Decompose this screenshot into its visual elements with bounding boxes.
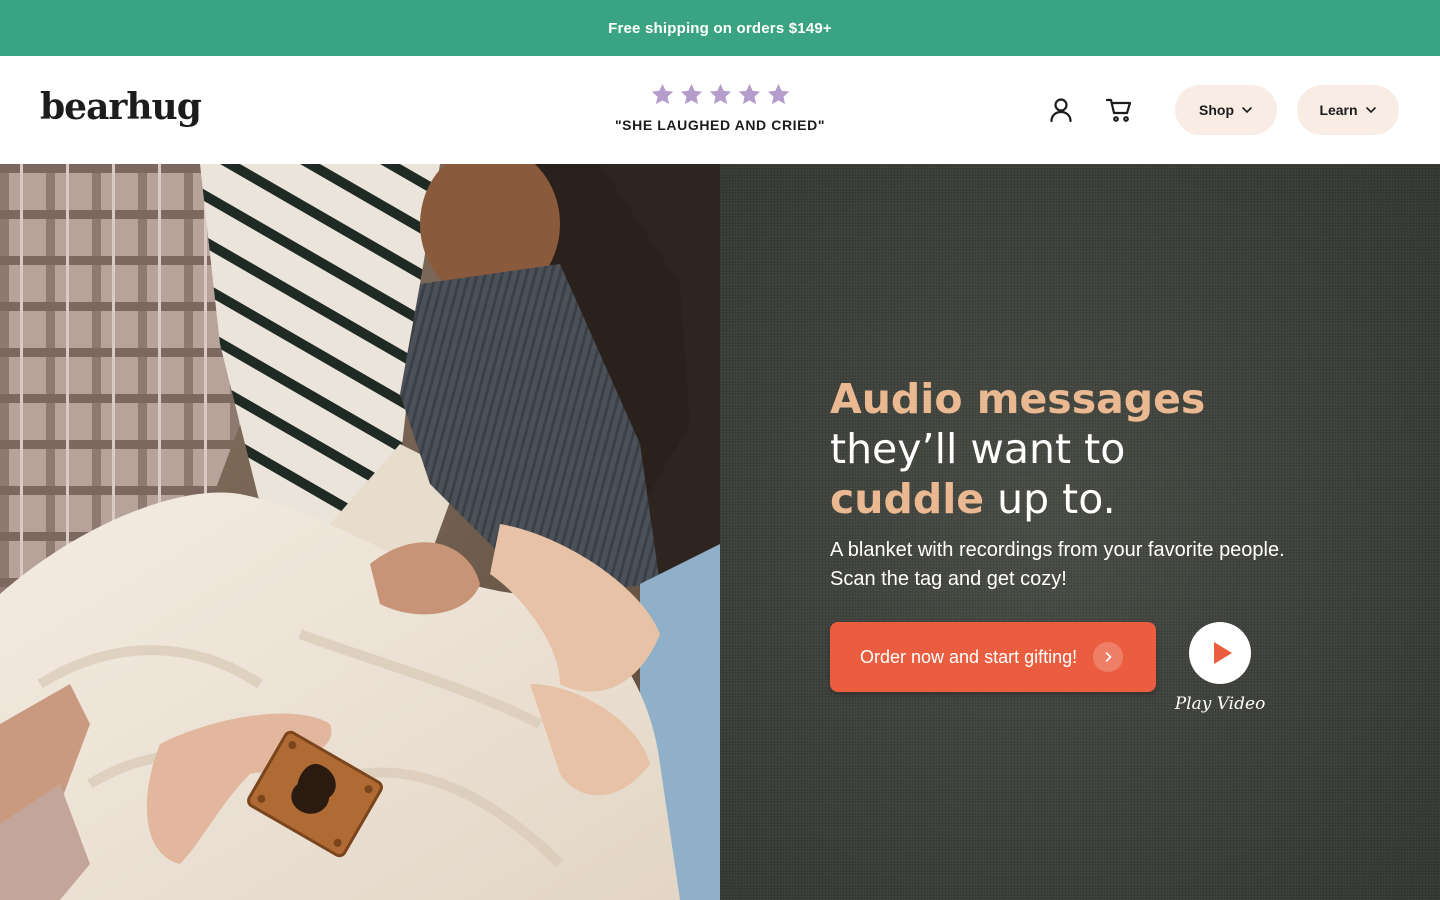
hero-subtext: A blanket with recordings from your favo… [830,536,1350,594]
star-icon [650,82,675,107]
hero-panel: Audio messages they’ll want to cuddle up… [720,164,1440,900]
play-icon [1205,640,1235,666]
shop-menu-button[interactable]: Shop [1175,85,1277,135]
headline-line-2: they’ll want to [830,425,1126,473]
learn-label: Learn [1319,102,1358,118]
announcement-text: Free shipping on orders $149+ [608,19,832,37]
play-video-label[interactable]: Play Video [1160,694,1280,714]
site-header: bearhug "SHE LAUGHED AND CRIED" Shop Lea… [0,56,1440,164]
headline-line-3: up to. [984,475,1116,523]
headline-accent-1: Audio messages [830,375,1206,423]
star-icon [679,82,704,107]
hero-photo [0,164,720,900]
review-quote: "SHE LAUGHED AND CRIED" [614,117,826,133]
rating-block: "SHE LAUGHED AND CRIED" [560,82,880,133]
star-icon [766,82,791,107]
star-rating [560,82,880,107]
chevron-down-icon [1241,104,1253,116]
brand-logo[interactable]: bearhug [40,86,202,128]
hero-headline: Audio messages they’ll want to cuddle up… [830,374,1350,524]
user-icon[interactable] [1047,96,1075,124]
chevron-down-icon [1365,104,1377,116]
announcement-bar: Free shipping on orders $149+ [0,0,1440,56]
hero-subtext-line-1: A blanket with recordings from your favo… [830,539,1285,561]
learn-menu-button[interactable]: Learn [1297,85,1399,135]
shop-label: Shop [1199,102,1234,118]
order-now-button[interactable]: Order now and start gifting! [830,622,1156,692]
order-now-label: Order now and start gifting! [860,646,1078,667]
star-icon [737,82,762,107]
play-video-button[interactable] [1189,622,1251,684]
cart-icon[interactable] [1105,96,1133,124]
star-icon [708,82,733,107]
hero-subtext-line-2: Scan the tag and get cozy! [830,568,1067,590]
headline-accent-2: cuddle [830,475,985,523]
chevron-right-icon [1093,642,1124,672]
